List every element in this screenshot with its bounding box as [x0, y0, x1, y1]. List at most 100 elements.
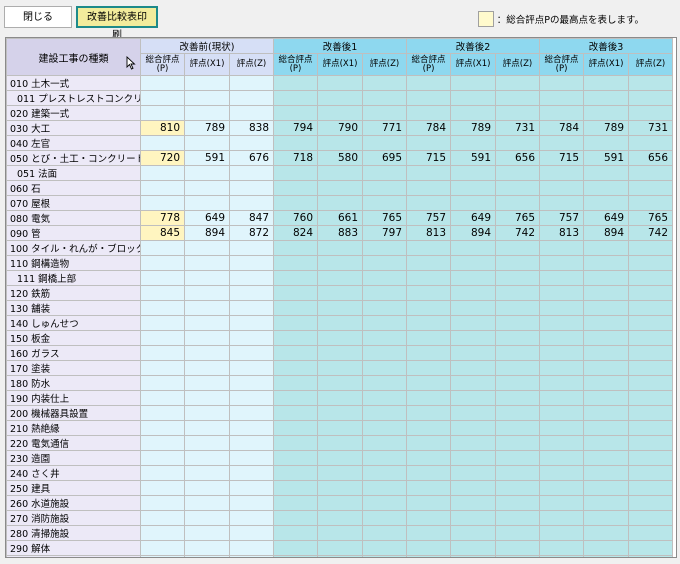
score-cell[interactable]: [273, 345, 318, 361]
score-cell[interactable]: [317, 360, 363, 376]
score-cell[interactable]: [361, 315, 408, 331]
score-cell[interactable]: [361, 435, 408, 451]
score-cell[interactable]: 580: [317, 150, 363, 166]
score-cell[interactable]: [229, 435, 274, 451]
score-cell[interactable]: 715: [406, 150, 452, 166]
score-cell[interactable]: [450, 180, 497, 196]
score-cell[interactable]: [495, 510, 541, 526]
table-row[interactable]: 280 清掃施設: [6, 525, 674, 541]
score-cell[interactable]: [450, 135, 497, 151]
score-cell[interactable]: [361, 360, 408, 376]
score-cell[interactable]: 894: [583, 225, 630, 241]
score-cell[interactable]: 894: [450, 225, 497, 241]
score-cell[interactable]: [495, 285, 541, 301]
score-cell[interactable]: [628, 255, 674, 271]
score-cell[interactable]: [539, 270, 585, 286]
score-cell[interactable]: [495, 555, 541, 557]
table-row[interactable]: 070 屋根: [6, 195, 674, 211]
score-cell[interactable]: [406, 90, 452, 106]
score-cell[interactable]: [273, 555, 318, 557]
score-cell[interactable]: [628, 180, 674, 196]
score-cell[interactable]: [361, 420, 408, 436]
score-cell[interactable]: [628, 195, 674, 211]
score-cell[interactable]: 742: [628, 225, 674, 241]
score-cell[interactable]: [583, 405, 630, 421]
score-cell[interactable]: [406, 420, 452, 436]
score-cell[interactable]: [273, 270, 318, 286]
score-cell[interactable]: [229, 255, 274, 271]
score-cell[interactable]: 789: [184, 120, 230, 136]
score-cell[interactable]: [539, 135, 585, 151]
score-cell[interactable]: [450, 465, 497, 481]
score-cell[interactable]: [628, 105, 674, 121]
score-cell[interactable]: [184, 195, 230, 211]
score-cell[interactable]: [450, 255, 497, 271]
score-cell[interactable]: [273, 465, 318, 481]
max-score-cell[interactable]: 845: [140, 225, 185, 241]
score-cell[interactable]: 731: [628, 120, 674, 136]
score-cell[interactable]: [583, 180, 630, 196]
max-score-cell[interactable]: 720: [140, 150, 185, 166]
score-cell[interactable]: [628, 390, 674, 406]
score-cell[interactable]: [406, 465, 452, 481]
score-cell[interactable]: [140, 330, 185, 346]
score-cell[interactable]: [184, 540, 230, 556]
score-cell[interactable]: [184, 420, 230, 436]
score-cell[interactable]: [361, 180, 408, 196]
score-cell[interactable]: [495, 405, 541, 421]
score-cell[interactable]: [140, 390, 185, 406]
score-cell[interactable]: [539, 495, 585, 511]
score-cell[interactable]: [450, 360, 497, 376]
score-cell[interactable]: [229, 495, 274, 511]
score-cell[interactable]: 847: [229, 210, 274, 226]
table-row[interactable]: 020 建築一式: [6, 105, 674, 121]
score-cell[interactable]: [628, 240, 674, 256]
score-cell[interactable]: [229, 240, 274, 256]
score-cell[interactable]: 718: [273, 150, 318, 166]
table-row[interactable]: 160 ガラス: [6, 345, 674, 361]
score-cell[interactable]: 649: [583, 210, 630, 226]
score-cell[interactable]: [361, 480, 408, 496]
score-cell[interactable]: [628, 555, 674, 557]
score-cell[interactable]: [406, 525, 452, 541]
score-cell[interactable]: 742: [495, 225, 541, 241]
score-cell[interactable]: [450, 240, 497, 256]
score-cell[interactable]: [140, 270, 185, 286]
score-cell[interactable]: [539, 375, 585, 391]
score-cell[interactable]: [628, 270, 674, 286]
score-cell[interactable]: [539, 75, 585, 91]
score-cell[interactable]: [273, 360, 318, 376]
score-cell[interactable]: [539, 315, 585, 331]
score-cell[interactable]: [273, 135, 318, 151]
score-cell[interactable]: [184, 270, 230, 286]
score-cell[interactable]: [583, 495, 630, 511]
score-cell[interactable]: [229, 480, 274, 496]
score-cell[interactable]: [583, 165, 630, 181]
score-cell[interactable]: 784: [406, 120, 452, 136]
score-cell[interactable]: [273, 285, 318, 301]
score-cell[interactable]: [450, 435, 497, 451]
max-score-cell[interactable]: 810: [140, 120, 185, 136]
score-cell[interactable]: [184, 555, 230, 557]
score-cell[interactable]: [495, 525, 541, 541]
score-cell[interactable]: [229, 285, 274, 301]
table-row[interactable]: 220 電気通信: [6, 435, 674, 451]
score-cell[interactable]: [450, 495, 497, 511]
score-cell[interactable]: [495, 75, 541, 91]
score-cell[interactable]: [628, 510, 674, 526]
score-cell[interactable]: [273, 330, 318, 346]
score-cell[interactable]: [628, 405, 674, 421]
score-cell[interactable]: [406, 495, 452, 511]
score-cell[interactable]: [450, 90, 497, 106]
table-row[interactable]: 200 機械器具設置: [6, 405, 674, 421]
score-cell[interactable]: [184, 405, 230, 421]
score-cell[interactable]: [406, 105, 452, 121]
table-row[interactable]: 110 鋼構造物: [6, 255, 674, 271]
score-cell[interactable]: [184, 315, 230, 331]
score-cell[interactable]: [361, 135, 408, 151]
score-cell[interactable]: [450, 540, 497, 556]
score-cell[interactable]: [317, 450, 363, 466]
table-row[interactable]: 170 塗装: [6, 360, 674, 376]
score-cell[interactable]: [184, 255, 230, 271]
score-cell[interactable]: [628, 135, 674, 151]
